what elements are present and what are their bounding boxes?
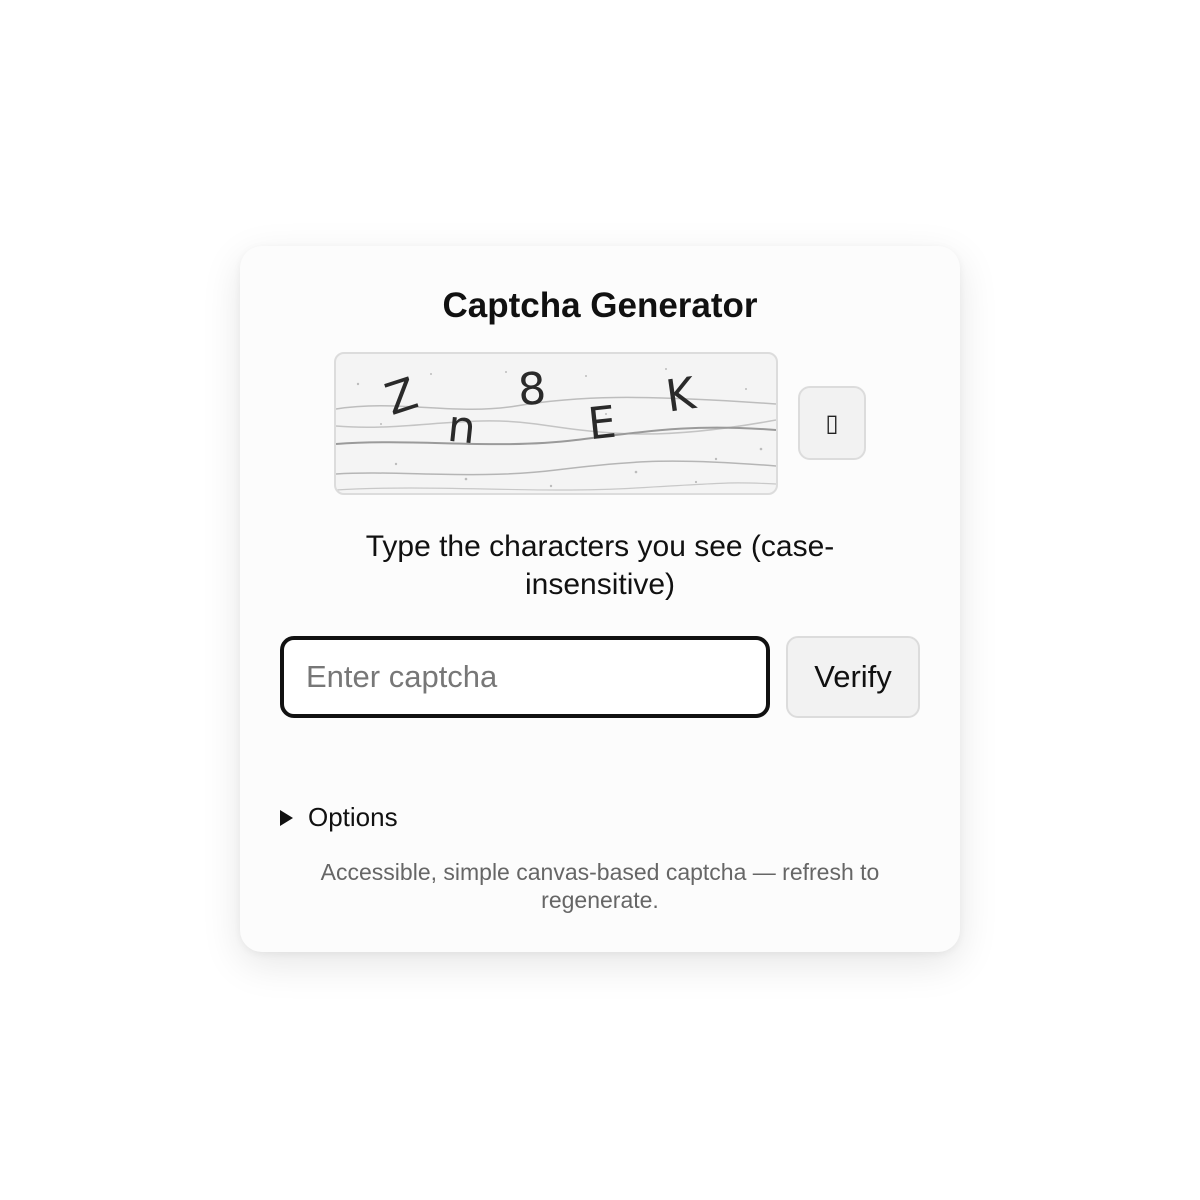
captcha-image: Z n 8 E K bbox=[334, 352, 778, 495]
caret-right-icon bbox=[280, 809, 293, 826]
captcha-char-1: Z bbox=[379, 368, 423, 426]
options-toggle[interactable]: Options bbox=[280, 802, 398, 833]
captcha-char-2: n bbox=[445, 401, 478, 455]
options-label: Options bbox=[308, 802, 398, 832]
refresh-icon: ▯ bbox=[825, 409, 839, 437]
captcha-char-4: E bbox=[586, 397, 619, 451]
captcha-char-3: 8 bbox=[516, 363, 547, 416]
verify-button[interactable]: Verify bbox=[786, 636, 920, 718]
captcha-card: Captcha Generator Z n 8 E K ▯ Type the c… bbox=[240, 246, 960, 952]
captcha-char-5: K bbox=[663, 368, 700, 423]
captcha-canvas: Z n 8 E K bbox=[336, 363, 776, 491]
footer-note: Accessible, simple canvas-based captcha … bbox=[320, 859, 880, 913]
captcha-input[interactable] bbox=[280, 636, 770, 718]
refresh-button[interactable]: ▯ bbox=[798, 386, 866, 460]
page-title: Captcha Generator bbox=[442, 286, 758, 325]
instruction-text: Type the characters you see (case-insens… bbox=[365, 530, 835, 601]
